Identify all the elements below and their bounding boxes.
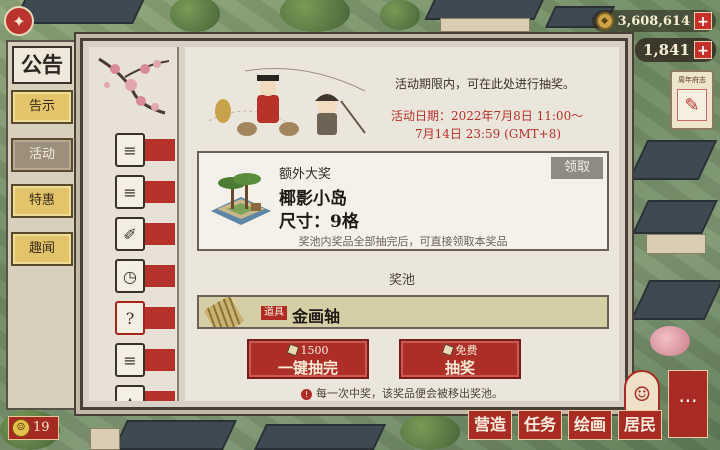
prize-subtitle: 额外大奖 — [279, 167, 332, 182]
draw-once-cost: 免费 — [455, 344, 478, 357]
ticket-icon — [441, 343, 454, 357]
reward-slot-mystery[interactable]: ? — [115, 301, 175, 335]
reward-item-column: ≡ ≡ ✐ ◷ ? ≡ ▲ — [89, 47, 179, 401]
golden-scroll-icon — [203, 297, 245, 327]
player-level: 19 — [33, 420, 50, 435]
event-date-end: 7月14日 23:59 (GMT+8) — [415, 127, 562, 141]
mystery-pouch-icon: ? — [115, 301, 145, 335]
reward-slot-scroll-3[interactable]: ≡ — [115, 343, 175, 377]
grand-prize-card: 额外大奖 椰影小岛 尺寸：9格 领取 奖池内奖品全部抽完后，可直接领取本奖品 — [197, 151, 609, 251]
draw-once-button[interactable]: 免费 抽奖 — [399, 339, 521, 379]
announcement-tab-panel: 公告 告示 活动 特惠 趣闻 — [6, 40, 76, 410]
brush-icon: ✐ — [115, 217, 145, 251]
money-counter: ◆ 3,608,614 + — [591, 10, 716, 32]
reward-slot-scroll-2[interactable]: ≡ — [115, 175, 175, 209]
info-icon: ! — [301, 389, 312, 400]
anniversary-chronicle-card[interactable]: 周年府志 ✎ — [670, 70, 714, 130]
draw-all-button[interactable]: 1500 一键抽完 — [247, 339, 369, 379]
nav-paint-button[interactable]: 绘画 — [568, 410, 612, 440]
claim-button[interactable]: 领取 — [551, 157, 603, 179]
pool-item-name: 金画轴 — [292, 307, 341, 326]
chronicle-book-icon: ✎ — [677, 89, 707, 121]
item-tag: 道具 — [261, 306, 287, 320]
event-info: 活动期限内，可在此处进行抽奖。 — [395, 77, 576, 91]
tab-notices[interactable]: 告示 — [11, 90, 73, 124]
draw-all-label: 一键抽完 — [277, 359, 338, 377]
festival-card-title: 周年府志 — [678, 76, 706, 84]
scroll-icon: ≡ — [115, 175, 145, 209]
reward-slot-clock[interactable]: ◷ — [115, 259, 175, 293]
smiley-face-icon: ☺ — [12, 419, 30, 437]
draw-note: ! 每一次中奖，该奖品便会被移出奖池。 — [185, 385, 619, 401]
nav-residents-button[interactable]: 居民 — [618, 410, 662, 440]
lottery-event-modal: ≡ ≡ ✐ ◷ ? ≡ ▲ 活动期限内，可在此处进行抽奖。 活动日期：2022年… — [80, 38, 628, 410]
draw-note-text: 每一次中奖，该奖品便会被移出奖池。 — [316, 387, 503, 400]
panel-title: 公告 — [12, 46, 72, 84]
scroll-icon: ≡ — [115, 133, 145, 167]
scroll-icon: ≡ — [115, 343, 145, 377]
compass-flag-icon[interactable]: ✦ — [4, 6, 34, 36]
ticket-icon — [286, 343, 299, 357]
reward-slot-partial[interactable]: ▲ — [115, 385, 175, 401]
prize-size: 尺寸：9格 — [279, 212, 359, 232]
add-money-button[interactable]: + — [694, 12, 712, 30]
reward-slot-scroll-1[interactable]: ≡ — [115, 133, 175, 167]
plum-blossom-decoration — [98, 57, 170, 115]
tab-deals[interactable]: 特惠 — [11, 184, 73, 218]
tab-anecdotes[interactable]: 趣闻 — [11, 232, 73, 266]
coin-icon: ◆ — [595, 12, 614, 30]
item-icon: ▲ — [115, 385, 145, 401]
more-menu-button[interactable]: ··· — [668, 370, 708, 438]
draw-all-cost: 1500 — [300, 344, 329, 357]
tab-events[interactable]: 活动 — [11, 138, 73, 172]
event-content: 活动期限内，可在此处进行抽奖。 活动日期：2022年7月8日 11:00～ 7月… — [185, 47, 619, 401]
money-value: 3,608,614 — [617, 13, 690, 29]
reward-slot-brush[interactable]: ✐ — [115, 217, 175, 251]
gem-value: 1,841 — [643, 41, 690, 59]
fishing-scene-illustration — [208, 68, 366, 136]
palm-island-icon — [211, 173, 271, 225]
clock-icon: ◷ — [115, 259, 145, 293]
add-gems-button[interactable]: + — [694, 41, 712, 59]
gem-counter: 1,841 + — [635, 38, 716, 62]
prize-note: 奖池内奖品全部抽完后，可直接领取本奖品 — [298, 235, 508, 248]
nav-build-button[interactable]: 营造 — [468, 410, 512, 440]
player-level-badge[interactable]: ☺ 19 — [8, 416, 59, 440]
nav-tasks-button[interactable]: 任务 — [518, 410, 562, 440]
pool-item-row[interactable]: 道具 金画轴 — [197, 295, 609, 329]
event-dates: 活动日期：2022年7月8日 11:00～ 7月14日 23:59 (GMT+8… — [391, 107, 615, 143]
prize-pool-title: 奖池 — [388, 273, 415, 288]
draw-once-label: 抽奖 — [444, 359, 475, 377]
prize-name: 椰影小岛 — [279, 189, 347, 209]
event-date-start: 活动日期：2022年7月8日 11:00～ — [391, 109, 584, 123]
